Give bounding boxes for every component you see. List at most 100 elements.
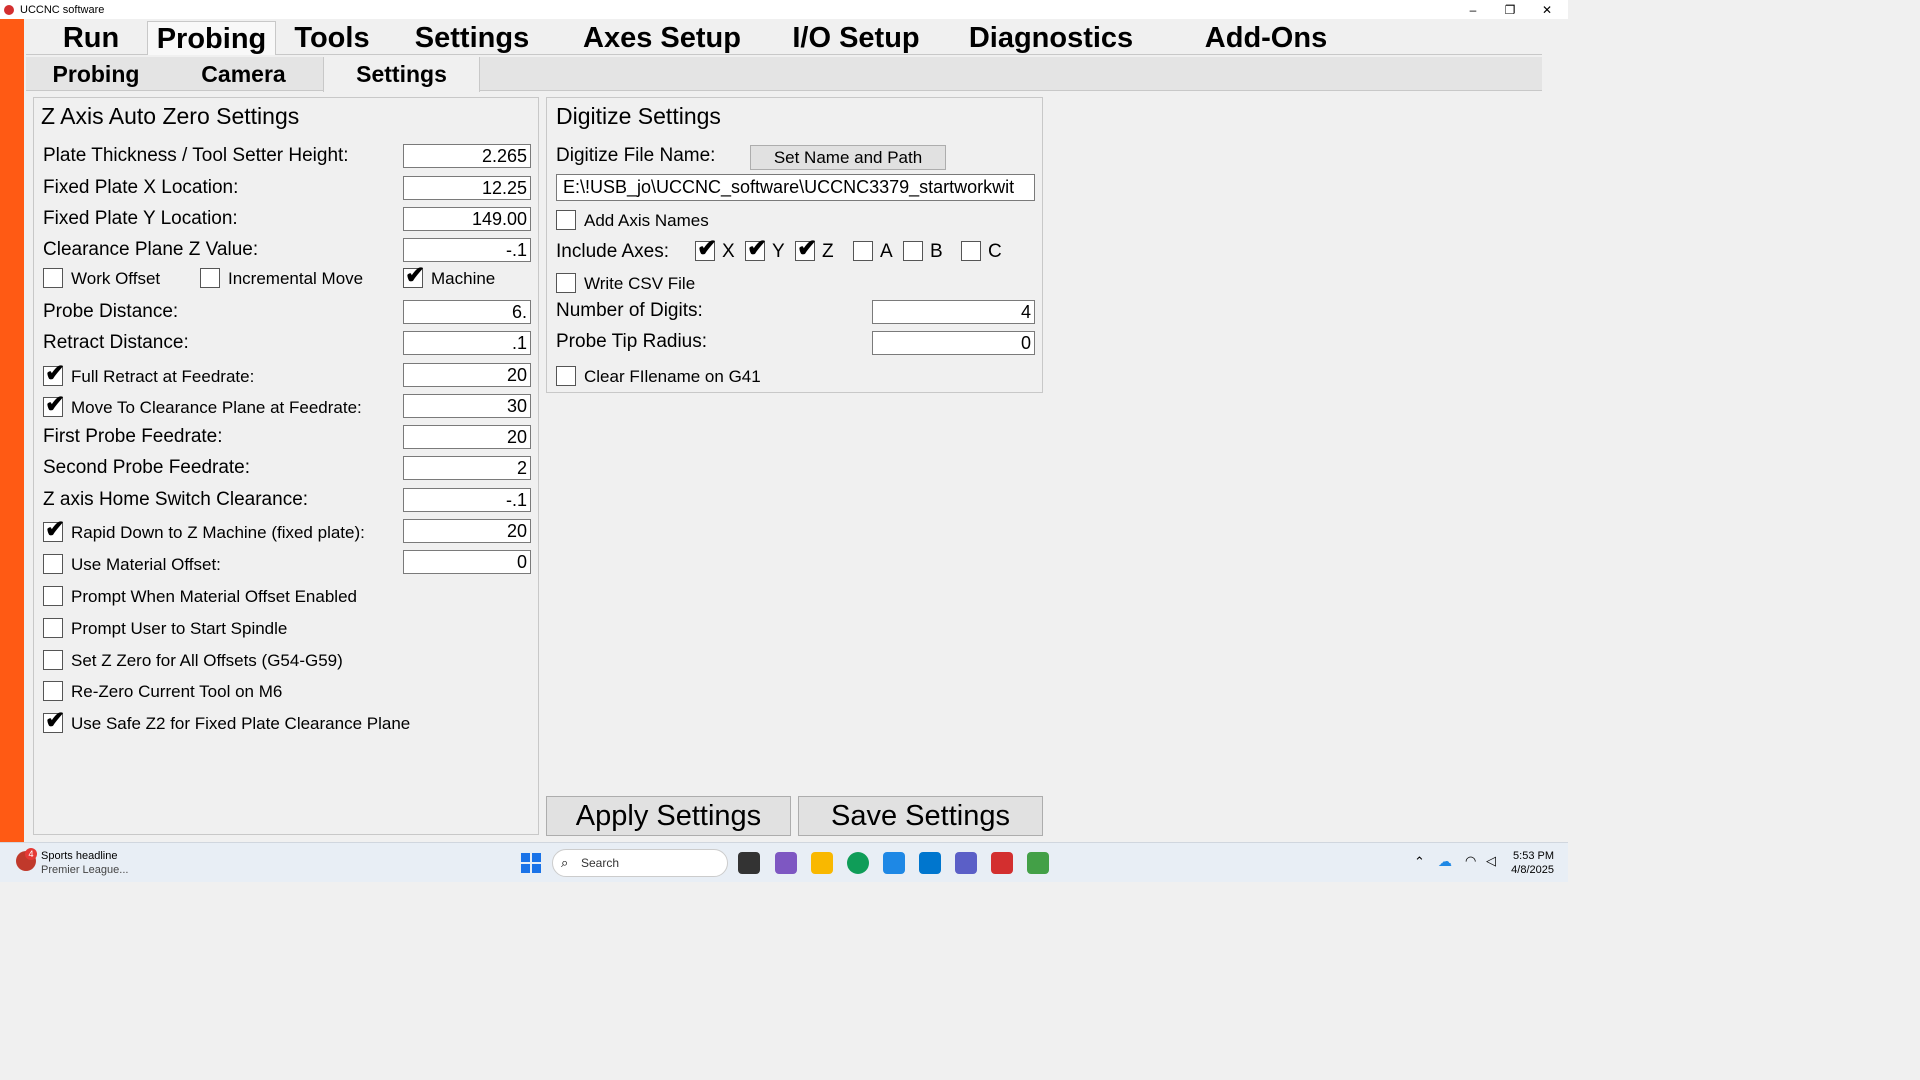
chevron-up-icon[interactable]: ⌃ bbox=[1414, 854, 1425, 870]
include-axes-label: Include Axes: bbox=[556, 241, 670, 262]
subtab-settings[interactable]: Settings bbox=[323, 57, 480, 92]
work-offset-checkbox[interactable] bbox=[43, 268, 63, 288]
incremental-move-checkbox[interactable] bbox=[200, 268, 220, 288]
set-name-path-button[interactable]: Set Name and Path bbox=[750, 145, 946, 170]
full-retract-checkbox[interactable]: ✔ bbox=[43, 361, 65, 387]
checkmark-icon: ✔ bbox=[45, 516, 66, 543]
axis-z-label: Z bbox=[822, 241, 834, 262]
move-clearance-input[interactable]: 30 bbox=[403, 394, 531, 418]
app-area: Run Probing Tools Settings Axes Setup I/… bbox=[24, 19, 1568, 842]
windows-start-icon[interactable] bbox=[521, 853, 541, 873]
axis-x-checkbox[interactable]: ✔ bbox=[695, 236, 717, 262]
tab-axes-setup[interactable]: Axes Setup bbox=[572, 21, 752, 55]
store-icon[interactable] bbox=[883, 852, 905, 874]
axis-z-checkbox[interactable]: ✔ bbox=[795, 236, 817, 262]
retract-distance-label: Retract Distance: bbox=[43, 332, 189, 353]
checkmark-icon: ✔ bbox=[45, 707, 66, 734]
first-feed-input[interactable]: 20 bbox=[403, 425, 531, 449]
safe-z2-label: Use Safe Z2 for Fixed Plate Clearance Pl… bbox=[71, 714, 411, 733]
accent-side-bar bbox=[0, 19, 24, 842]
tab-diagnostics[interactable]: Diagnostics bbox=[961, 21, 1141, 55]
clock-date[interactable]: 4/8/2025 bbox=[1506, 864, 1554, 876]
save-settings-button[interactable]: Save Settings bbox=[798, 796, 1043, 836]
axis-a-checkbox[interactable] bbox=[853, 241, 873, 261]
rapid-down-checkbox[interactable]: ✔ bbox=[43, 517, 65, 543]
uccnc-app-icon[interactable] bbox=[991, 852, 1013, 874]
copilot-icon[interactable] bbox=[775, 852, 797, 874]
axis-b-checkbox[interactable] bbox=[903, 241, 923, 261]
safe-z2-checkbox[interactable]: ✔ bbox=[43, 708, 65, 734]
clear-filename-label: Clear FIlename on G41 bbox=[584, 367, 761, 386]
news-subtitle: Premier League... bbox=[41, 864, 129, 876]
checkmark-icon: ✔ bbox=[747, 235, 768, 262]
dell-icon[interactable] bbox=[919, 852, 941, 874]
probe-tip-input[interactable]: 0 bbox=[872, 331, 1035, 355]
axis-c-label: C bbox=[988, 241, 1002, 262]
add-axis-names-checkbox[interactable] bbox=[556, 210, 576, 230]
clearance-z-label: Clearance Plane Z Value: bbox=[43, 239, 259, 260]
minimize-button[interactable]: – bbox=[1455, 0, 1491, 19]
tab-settings[interactable]: Settings bbox=[406, 21, 538, 55]
tab-tools[interactable]: Tools bbox=[282, 21, 382, 55]
clock-time[interactable]: 5:53 PM bbox=[1510, 850, 1554, 862]
clear-filename-checkbox[interactable] bbox=[556, 366, 576, 386]
num-digits-label: Number of Digits: bbox=[556, 300, 703, 321]
restore-button[interactable]: ❐ bbox=[1492, 0, 1528, 19]
tab-probing[interactable]: Probing bbox=[147, 21, 276, 55]
fixed-y-input[interactable]: 149.00 bbox=[403, 207, 531, 231]
write-csv-checkbox[interactable] bbox=[556, 273, 576, 293]
machine-checkbox[interactable]: ✔ bbox=[403, 263, 425, 289]
clearance-z-input[interactable]: -.1 bbox=[403, 238, 531, 262]
notepad-icon[interactable] bbox=[1027, 852, 1049, 874]
app-icon bbox=[4, 4, 14, 15]
axis-y-checkbox[interactable]: ✔ bbox=[745, 236, 767, 262]
onedrive-icon[interactable]: ☁ bbox=[1438, 853, 1452, 870]
apply-settings-button[interactable]: Apply Settings bbox=[546, 796, 791, 836]
full-retract-label: Full Retract at Feedrate: bbox=[71, 367, 255, 386]
rezero-m6-label: Re-Zero Current Tool on M6 bbox=[71, 682, 283, 701]
prompt-material-checkbox[interactable] bbox=[43, 586, 63, 606]
retract-distance-input[interactable]: .1 bbox=[403, 331, 531, 355]
digitize-file-path-input[interactable]: E:\!USB_jo\UCCNC_software\UCCNC3379_star… bbox=[556, 174, 1035, 201]
title-bar: UCCNC software – ❐ ✕ bbox=[0, 0, 1568, 19]
set-z-all-checkbox[interactable] bbox=[43, 650, 63, 670]
material-offset-label: Use Material Offset: bbox=[71, 555, 221, 574]
rapid-down-input[interactable]: 20 bbox=[403, 519, 531, 543]
material-offset-input[interactable]: 0 bbox=[403, 550, 531, 574]
teams-icon[interactable] bbox=[955, 852, 977, 874]
prompt-spindle-checkbox[interactable] bbox=[43, 618, 63, 638]
home-clearance-input[interactable]: -.1 bbox=[403, 488, 531, 512]
z-axis-panel: Z Axis Auto Zero Settings Plate Thicknes… bbox=[33, 97, 539, 835]
probe-distance-input[interactable]: 6. bbox=[403, 300, 531, 324]
fixed-x-input[interactable]: 12.25 bbox=[403, 176, 531, 200]
num-digits-input[interactable]: 4 bbox=[872, 300, 1035, 324]
write-csv-label: Write CSV File bbox=[584, 274, 696, 293]
axis-c-checkbox[interactable] bbox=[961, 241, 981, 261]
subtab-camera[interactable]: Camera bbox=[171, 57, 316, 91]
tab-run[interactable]: Run bbox=[46, 21, 136, 55]
rezero-m6-checkbox[interactable] bbox=[43, 681, 63, 701]
prompt-material-label: Prompt When Material Offset Enabled bbox=[71, 587, 357, 606]
second-feed-input[interactable]: 2 bbox=[403, 456, 531, 480]
fixed-y-label: Fixed Plate Y Location: bbox=[43, 208, 238, 229]
axis-a-label: A bbox=[880, 241, 893, 262]
fixed-x-label: Fixed Plate X Location: bbox=[43, 177, 239, 198]
taskbar-search-box[interactable]: ⌕ Search bbox=[552, 849, 728, 877]
edge-browser-icon[interactable] bbox=[847, 852, 869, 874]
material-offset-checkbox[interactable] bbox=[43, 554, 63, 574]
tab-io-setup[interactable]: I/O Setup bbox=[781, 21, 931, 55]
plate-thickness-input[interactable]: 2.265 bbox=[403, 144, 531, 168]
subtab-probing[interactable]: Probing bbox=[26, 57, 166, 91]
file-explorer-icon[interactable] bbox=[811, 852, 833, 874]
task-view-icon[interactable] bbox=[738, 852, 760, 874]
news-title[interactable]: Sports headline bbox=[41, 850, 117, 862]
checkmark-icon: ✔ bbox=[797, 235, 818, 262]
volume-icon[interactable]: ◁ bbox=[1486, 853, 1496, 869]
checkmark-icon: ✔ bbox=[697, 235, 718, 262]
close-button[interactable]: ✕ bbox=[1529, 0, 1565, 19]
search-icon: ⌕ bbox=[561, 855, 569, 870]
wifi-icon[interactable]: ◠ bbox=[1465, 853, 1476, 869]
move-clearance-checkbox[interactable]: ✔ bbox=[43, 392, 65, 418]
tab-add-ons[interactable]: Add-Ons bbox=[1191, 21, 1341, 55]
full-retract-input[interactable]: 20 bbox=[403, 363, 531, 387]
